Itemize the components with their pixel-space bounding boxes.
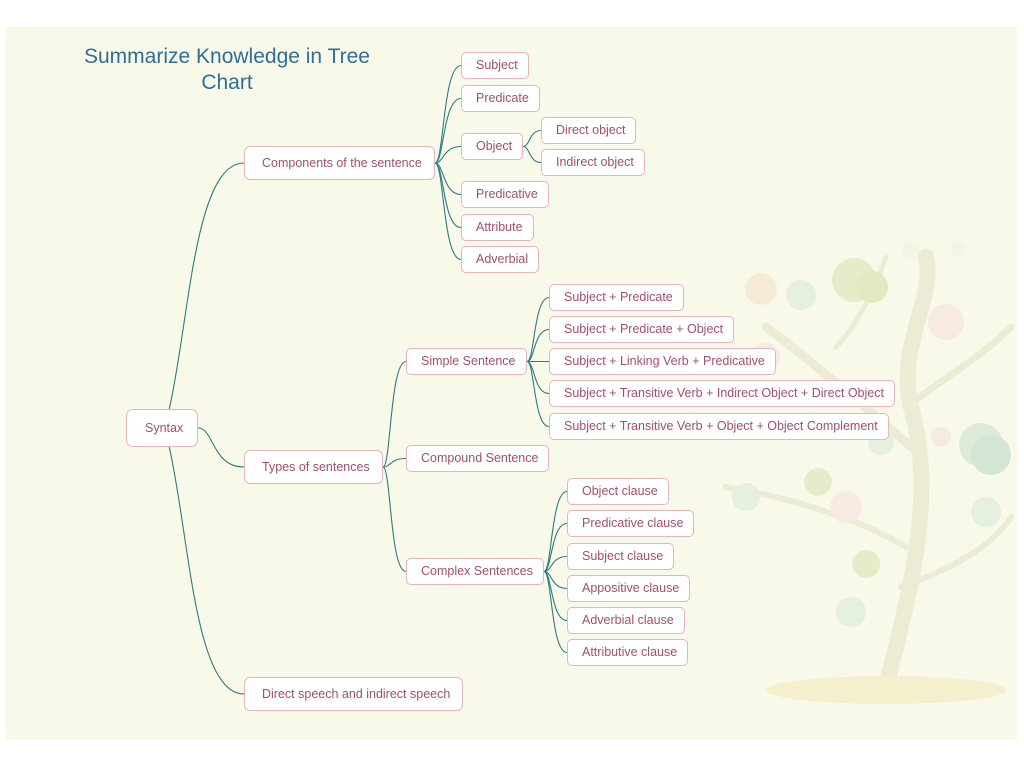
connector-line [382, 466, 407, 573]
connector-line [522, 145, 542, 164]
slide-canvas: Summarize Knowledge in Tree Chart Syntax… [6, 27, 1017, 740]
node-clause[interactable]: Predicative clause [567, 510, 695, 537]
connector-line [168, 162, 245, 410]
connector-line [526, 360, 550, 428]
connector-line [543, 490, 568, 573]
node-predicative[interactable]: Predicative [461, 181, 549, 208]
page-title: Summarize Knowledge in Tree Chart [84, 45, 370, 94]
connector-line [522, 129, 542, 148]
connector-line [197, 427, 245, 468]
node-compound-sentence[interactable]: Compound Sentence [406, 445, 550, 472]
node-clause[interactable]: Object clause [567, 478, 669, 505]
node-direct-and-indirect-speech[interactable]: Direct speech and indirect speech [244, 677, 464, 711]
node-types-of-sentences[interactable]: Types of sentences [244, 450, 383, 484]
connector-line [382, 360, 407, 468]
node-clause[interactable]: Adverbial clause [567, 607, 685, 634]
node-subject[interactable]: Subject [461, 52, 529, 79]
node-object[interactable]: Object [461, 133, 524, 160]
node-direct-object[interactable]: Direct object [541, 117, 637, 144]
connector-line [168, 446, 245, 695]
node-sentence-pattern[interactable]: Subject + Linking Verb + Predicative [549, 348, 776, 375]
node-syntax[interactable]: Syntax [126, 409, 199, 447]
node-sentence-pattern[interactable]: Subject + Predicate [549, 284, 684, 311]
node-complex-sentences[interactable]: Complex Sentences [406, 558, 544, 585]
node-sentence-pattern[interactable]: Subject + Predicate + Object [549, 316, 735, 343]
node-sentence-pattern[interactable]: Subject + Transitive Verb + Object + Obj… [549, 413, 889, 440]
node-clause[interactable]: Subject clause [567, 543, 675, 570]
node-clause[interactable]: Attributive clause [567, 639, 689, 666]
node-simple-sentence[interactable]: Simple Sentence [406, 348, 527, 375]
node-indirect-object[interactable]: Indirect object [541, 149, 645, 176]
node-adverbial[interactable]: Adverbial [461, 246, 540, 273]
node-components-of-the-sentence[interactable]: Components of the sentence [244, 146, 435, 180]
node-clause[interactable]: Appositive clause [567, 575, 691, 602]
node-attribute[interactable]: Attribute [461, 214, 534, 241]
node-predicate[interactable]: Predicate [461, 85, 540, 112]
node-sentence-pattern[interactable]: Subject + Transitive Verb + Indirect Obj… [549, 380, 895, 407]
